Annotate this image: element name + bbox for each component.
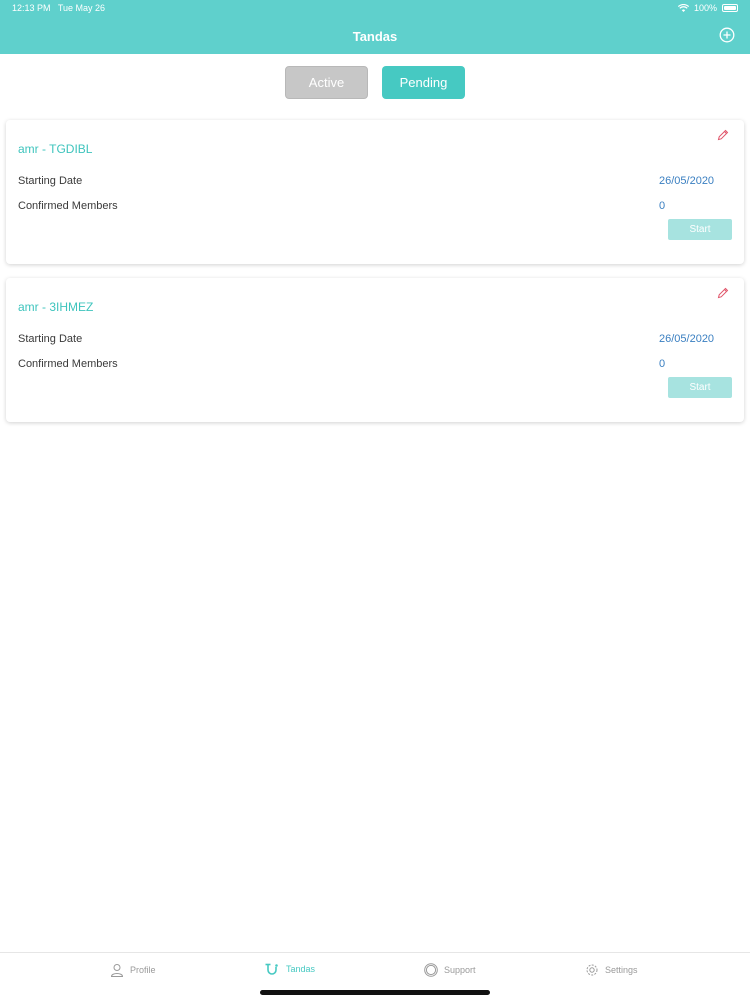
tab-label: Support: [444, 965, 476, 975]
battery-percent: 100%: [693, 3, 717, 13]
wifi-icon: [677, 4, 689, 12]
tab-profile[interactable]: Profile: [110, 963, 156, 977]
segment-active[interactable]: Active: [285, 66, 368, 99]
navigation-bar: 12:13 PM Tue May 26 100% Tandas: [0, 0, 750, 54]
tanda-title: amr - TGDIBL: [18, 142, 93, 156]
battery-icon: [722, 4, 738, 12]
tab-label: Profile: [130, 965, 156, 975]
tab-support[interactable]: Support: [424, 963, 476, 977]
tab-label: Tandas: [286, 964, 316, 974]
segmented-control: Active Pending: [0, 66, 750, 99]
tab-label: Settings: [605, 965, 638, 975]
status-date: Tue May 26: [57, 3, 106, 13]
lifebuoy-icon: [424, 963, 438, 977]
confirmed-members-value: 0: [659, 358, 666, 370]
starting-date-label: Starting Date: [18, 175, 83, 187]
pencil-icon[interactable]: [716, 286, 730, 300]
tanda-card[interactable]: amr - TGDIBL Starting Date 26/05/2020 Co…: [6, 120, 744, 264]
tandas-icon: [265, 963, 278, 975]
home-indicator: [260, 990, 490, 995]
pencil-icon[interactable]: [716, 128, 730, 142]
segment-pending[interactable]: Pending: [382, 66, 465, 99]
tab-tandas[interactable]: Tandas: [265, 963, 315, 975]
status-time: 12:13 PM: [12, 3, 51, 13]
gear-icon: [586, 964, 598, 976]
page-title: Tandas: [352, 29, 398, 44]
confirmed-members-label: Confirmed Members: [18, 358, 118, 370]
plus-circle-icon[interactable]: [719, 27, 735, 43]
tanda-card[interactable]: amr - 3IHMEZ Starting Date 26/05/2020 Co…: [6, 278, 744, 422]
starting-date-value: 26/05/2020: [659, 175, 715, 187]
starting-date-label: Starting Date: [18, 333, 83, 345]
confirmed-members-value: 0: [659, 200, 666, 212]
start-button[interactable]: Start: [668, 219, 732, 240]
status-bar-time: 12:13 PM Tue May 26: [12, 3, 105, 13]
starting-date-value: 26/05/2020: [659, 333, 715, 345]
status-bar-right: 100%: [677, 3, 738, 13]
start-button[interactable]: Start: [668, 377, 732, 398]
confirmed-members-label: Confirmed Members: [18, 200, 118, 212]
tanda-title: amr - 3IHMEZ: [18, 300, 94, 314]
tab-settings[interactable]: Settings: [585, 963, 638, 977]
person-icon: [110, 964, 124, 977]
